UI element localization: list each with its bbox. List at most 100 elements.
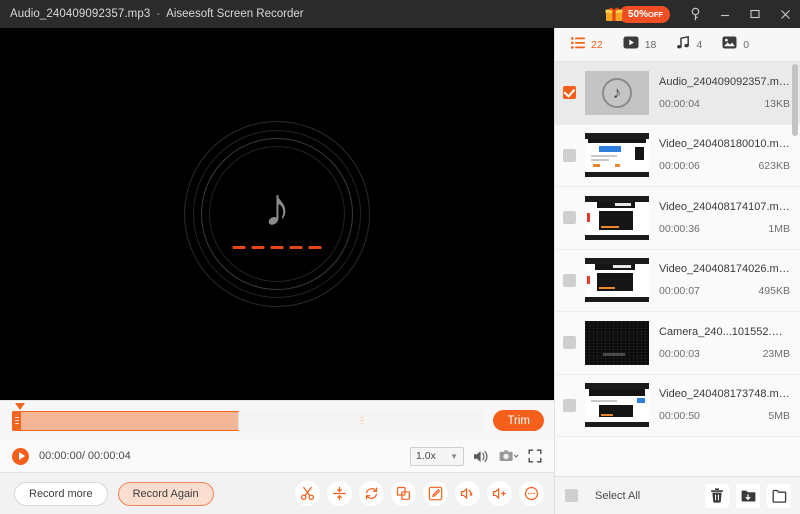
list-scrollbar[interactable] [792,64,798,434]
item-checkbox[interactable] [563,399,576,412]
tab-audio[interactable]: 4 [666,28,712,62]
volume-icon[interactable] [473,449,490,464]
item-size: 5MB [768,410,790,422]
player-controls: 00:00:00/ 00:00:04 1.0x ▼ [0,440,554,472]
cut-icon[interactable] [295,481,320,506]
item-checkbox[interactable] [563,211,576,224]
app-window: Audio_240409092357.mp3 - Aiseesoft Scree… [0,0,800,514]
record-more-button[interactable]: Record more [14,482,108,506]
list-item[interactable]: Video_240408174107.mp4 00:00:36 1MB [555,187,800,250]
chevron-down-icon: ▼ [450,452,458,461]
volume-boost-icon[interactable] [487,481,512,506]
fullscreen-icon[interactable] [528,449,542,463]
item-size: 13KB [764,98,790,110]
item-duration: 00:00:07 [659,285,700,297]
playhead-marker[interactable] [15,403,25,410]
delete-icon[interactable] [705,484,729,508]
split-icon[interactable] [327,481,352,506]
item-file-name: Video_240408174107.mp4 [659,201,790,213]
title-separator: - [150,8,166,20]
tab-all-files[interactable]: 22 [561,28,613,62]
trim-handle-start[interactable] [12,411,21,431]
file-list-panel: 22 18 [554,28,800,514]
item-duration: 00:00:36 [659,223,700,235]
main-body: ♪ Trim [0,28,800,514]
file-list-footer-buttons [705,484,791,508]
item-meta: Video_240408173748.mp4 00:00:50 5MB [659,388,790,422]
tab-images[interactable]: 0 [712,28,759,62]
item-size: 495KB [758,285,790,297]
item-thumbnail: ♪ [585,71,649,115]
item-sub: 00:00:50 5MB [659,410,790,422]
promo-banner[interactable]: 50%OFF [605,6,670,23]
item-duration: 00:00:06 [659,160,700,172]
promo-discount-label: 50%OFF [619,6,670,23]
open-folder-icon[interactable] [767,484,791,508]
recording-list[interactable]: ♪ Audio_240409092357.mp3 00:00:04 13KB [555,62,800,476]
merge-icon[interactable] [391,481,416,506]
item-file-name: Video_240408173748.mp4 [659,388,790,400]
audio-visualizer: ♪ [182,119,372,309]
item-thumbnail [585,196,649,240]
rotate-icon[interactable] [359,481,384,506]
record-again-button[interactable]: Record Again [118,482,214,506]
playback-speed-value: 1.0x [416,450,436,462]
item-meta: Camera_240...101552.mp4 00:00:03 23MB [659,326,790,360]
edit-icon[interactable] [423,481,448,506]
item-sub: 00:00:04 13KB [659,98,790,110]
playback-speed-select[interactable]: 1.0x ▼ [410,447,464,466]
more-icon[interactable] [519,481,544,506]
media-preview[interactable]: ♪ [0,28,554,400]
item-meta: Video_240408180010.mp4 00:00:06 623KB [659,138,790,172]
visualizer-dash [271,246,284,249]
window-file-name: Audio_240409092357.mp3 [0,8,150,20]
list-item[interactable]: Video_240408180010.mp4 00:00:06 623KB [555,125,800,188]
trim-range-slider[interactable] [12,411,484,431]
trim-button[interactable]: Trim [493,410,544,431]
minimize-button[interactable] [710,0,740,28]
item-meta: Audio_240409092357.mp3 00:00:04 13KB [659,76,790,110]
edit-tools [295,481,544,506]
select-all-checkbox[interactable] [565,489,578,502]
tab-images-count: 0 [743,39,749,51]
item-file-name: Video_240408174026.mp4 [659,263,790,275]
player-panel: ♪ Trim [0,28,554,514]
play-icon[interactable] [12,448,29,465]
tab-videos-count: 18 [645,39,657,51]
tab-audio-count: 4 [696,39,702,51]
item-thumbnail [585,321,649,365]
file-list-footer: Select All [555,476,800,514]
item-sub: 00:00:36 1MB [659,223,790,235]
key-icon[interactable] [680,0,710,28]
tab-videos[interactable]: 18 [613,28,667,62]
audio-effect-icon[interactable] [455,481,480,506]
music-note-icon: ♪ [264,181,291,235]
item-sub: 00:00:07 495KB [659,285,790,297]
item-size: 23MB [763,348,790,360]
item-checkbox[interactable] [563,86,576,99]
list-item[interactable]: Video_240408173748.mp4 00:00:50 5MB [555,375,800,438]
item-size: 623KB [758,160,790,172]
list-scrollbar-thumb[interactable] [792,64,798,136]
trim-handle-end[interactable] [238,411,484,431]
visualizer-dash [309,246,322,249]
item-sub: 00:00:03 23MB [659,348,790,360]
item-checkbox[interactable] [563,336,576,349]
item-duration: 00:00:03 [659,348,700,360]
music-icon [676,36,690,54]
item-checkbox[interactable] [563,149,576,162]
list-item[interactable]: ♪ Audio_240409092357.mp3 00:00:04 13KB [555,62,800,125]
camera-icon[interactable] [499,449,519,463]
trim-bar-row: Trim [0,400,554,440]
music-note-icon: ♪ [602,78,632,108]
item-checkbox[interactable] [563,274,576,287]
maximize-button[interactable] [740,0,770,28]
export-folder-icon[interactable] [736,484,760,508]
list-item[interactable]: Video_240408174026.mp4 00:00:07 495KB [555,250,800,313]
visualizer-dash [233,246,246,249]
close-button[interactable] [770,0,800,28]
list-item[interactable]: Camera_240...101552.mp4 00:00:03 23MB [555,312,800,375]
player-controls-right: 1.0x ▼ [410,447,542,466]
item-thumbnail [585,133,649,177]
tab-all-files-count: 22 [591,39,603,51]
